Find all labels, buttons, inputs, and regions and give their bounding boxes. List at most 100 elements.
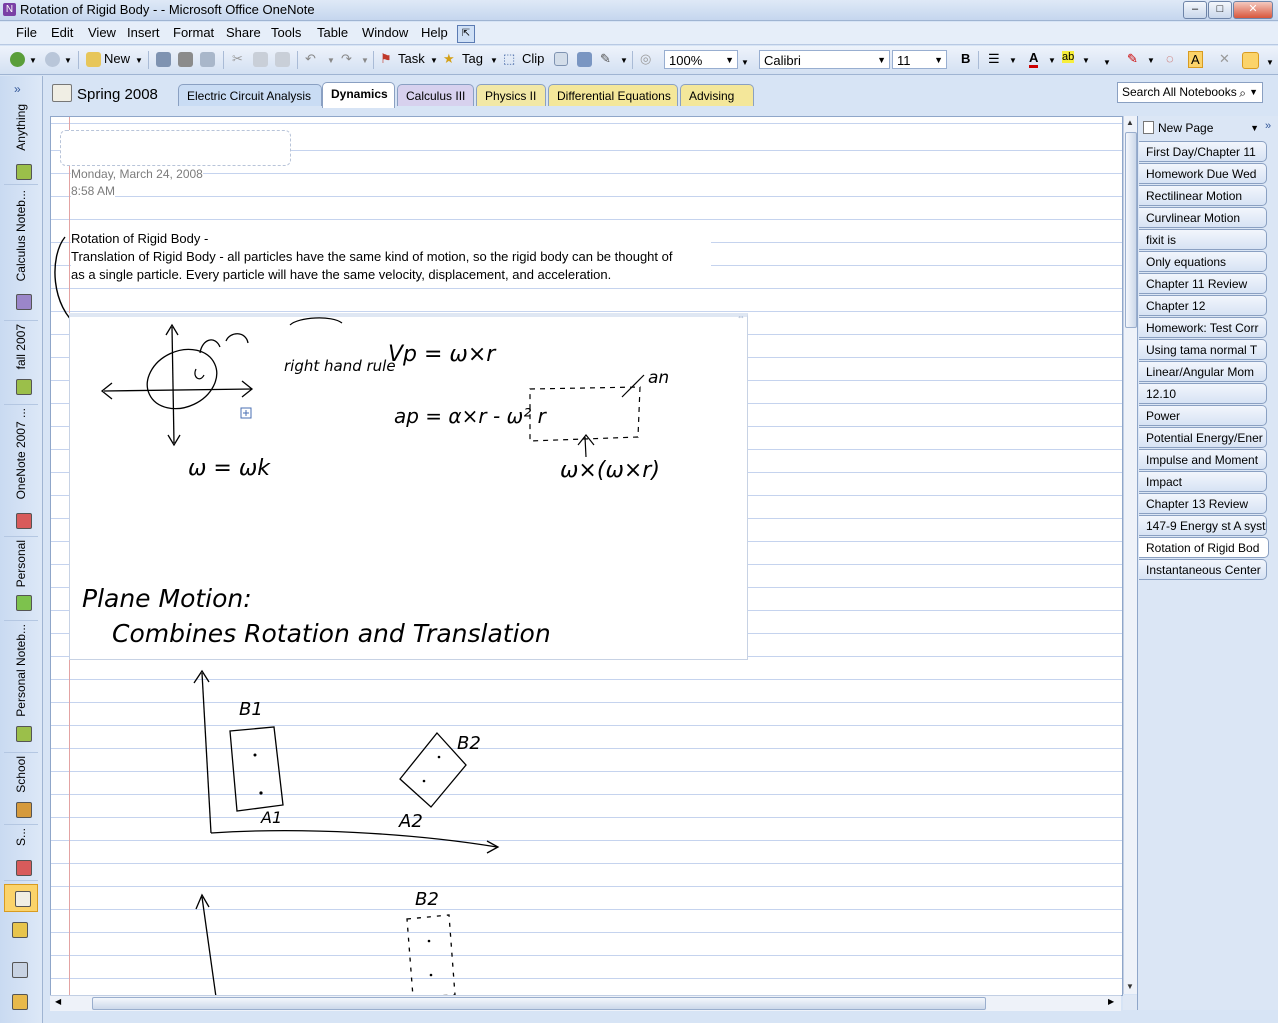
- scroll-up-icon[interactable]: ▲: [1126, 118, 1134, 127]
- maximize-button[interactable]: □: [1208, 1, 1232, 19]
- page-tab[interactable]: Using tama normal T: [1139, 339, 1267, 360]
- collapse-page-tabs-icon[interactable]: »: [1265, 120, 1271, 132]
- search-input[interactable]: Search All Notebooks ⌕ ▼: [1117, 82, 1263, 103]
- flag-icon[interactable]: ⚑: [380, 51, 392, 67]
- toolbar-options-icon[interactable]: ▼: [1103, 58, 1111, 67]
- notebook-list-icon[interactable]: [12, 994, 28, 1010]
- page-tab[interactable]: First Day/Chapter 11: [1139, 141, 1267, 162]
- type-text-icon[interactable]: A: [1188, 51, 1203, 68]
- new-page-icon[interactable]: [86, 52, 101, 67]
- close-button[interactable]: ✕: [1233, 1, 1273, 19]
- bullets-icon[interactable]: ☰: [988, 51, 1000, 67]
- page-tab[interactable]: Chapter 11 Review: [1139, 273, 1267, 294]
- selection-icon[interactable]: [1242, 52, 1259, 69]
- all-notebooks-icon[interactable]: [12, 962, 28, 978]
- print-preview-icon[interactable]: [200, 52, 215, 67]
- notebook-spring-2008[interactable]: [4, 884, 38, 912]
- task-button[interactable]: Task: [398, 51, 425, 66]
- page-title-field[interactable]: [60, 130, 291, 166]
- horizontal-scroll-thumb[interactable]: [92, 997, 986, 1010]
- table-icon[interactable]: [554, 52, 568, 66]
- eraser-icon[interactable]: ✕: [1219, 51, 1230, 67]
- lasso-icon[interactable]: ◌: [1166, 51, 1174, 66]
- vertical-scroll-thumb[interactable]: [1125, 132, 1137, 328]
- full-page-view-icon[interactable]: ⇱: [457, 25, 475, 43]
- copy-icon[interactable]: [253, 52, 268, 67]
- pen-tool-icon[interactable]: ✎: [1127, 51, 1138, 67]
- scroll-left-icon[interactable]: ◀: [55, 997, 61, 1006]
- font-size-select[interactable]: 11 ▼: [892, 50, 947, 69]
- new-dropdown-icon[interactable]: ▼: [135, 56, 143, 65]
- page-tab-active[interactable]: Rotation of Rigid Bod: [1139, 537, 1269, 558]
- page-tab[interactable]: Rectilinear Motion: [1139, 185, 1267, 206]
- font-color-icon[interactable]: A: [1029, 51, 1039, 68]
- scroll-down-icon[interactable]: ▼: [1126, 982, 1134, 991]
- page-tab[interactable]: Homework: Test Corr: [1139, 317, 1267, 338]
- page-tab[interactable]: Chapter 12: [1139, 295, 1267, 316]
- minimize-button[interactable]: –: [1183, 1, 1207, 19]
- notebook-anything[interactable]: Anything: [4, 102, 38, 185]
- tag-dropdown-icon[interactable]: ▼: [490, 56, 498, 65]
- toolbar-options-icon[interactable]: ▼: [1266, 58, 1274, 67]
- section-tab-advising[interactable]: Advising: [680, 84, 754, 106]
- menu-help[interactable]: Help: [421, 25, 448, 40]
- notebook-s[interactable]: S...: [4, 826, 38, 881]
- research-icon[interactable]: [577, 52, 592, 67]
- print-icon[interactable]: [178, 52, 193, 67]
- tag-button[interactable]: Tag: [462, 51, 483, 66]
- menu-view[interactable]: View: [88, 25, 116, 40]
- unfiled-notes-icon[interactable]: [12, 922, 28, 938]
- bold-button[interactable]: B: [961, 51, 970, 66]
- highlight-icon[interactable]: ab: [1062, 51, 1075, 63]
- page-tab[interactable]: Impulse and Moment: [1139, 449, 1267, 470]
- chevron-down-icon[interactable]: ▼: [1249, 83, 1258, 102]
- font-color-dropdown-icon[interactable]: ▼: [1048, 56, 1056, 65]
- section-tab-calculus-iii[interactable]: Calculus III: [397, 84, 474, 106]
- notebook-fall-2007[interactable]: fall 2007: [4, 322, 38, 405]
- vertical-scrollbar[interactable]: ▲ ▼: [1123, 116, 1137, 994]
- notebook-school[interactable]: School: [4, 754, 38, 825]
- horizontal-scrollbar[interactable]: ◀ ▶: [50, 995, 1121, 1011]
- menu-format[interactable]: Format: [173, 25, 214, 40]
- menu-edit[interactable]: Edit: [51, 25, 73, 40]
- back-icon[interactable]: [10, 52, 25, 67]
- redo-dropdown-icon[interactable]: ▼: [361, 56, 369, 65]
- back-dropdown-icon[interactable]: ▼: [29, 56, 37, 65]
- page-tab[interactable]: 12.10: [1139, 383, 1267, 404]
- page-tab[interactable]: Homework Due Wed: [1139, 163, 1267, 184]
- notebook-onenote-2007[interactable]: OneNote 2007 ...: [4, 406, 38, 537]
- menu-table[interactable]: Table: [317, 25, 348, 40]
- section-tab-differential-equations[interactable]: Differential Equations: [548, 84, 678, 106]
- page-tab[interactable]: Curvlinear Motion: [1139, 207, 1267, 228]
- star-icon[interactable]: ★: [443, 51, 455, 67]
- help-icon[interactable]: ◎: [640, 51, 651, 67]
- page-tab[interactable]: Chapter 13 Review: [1139, 493, 1267, 514]
- menu-share[interactable]: Share: [226, 25, 261, 40]
- new-button[interactable]: New: [104, 51, 130, 66]
- undo-icon[interactable]: ↶: [305, 51, 316, 67]
- clip-button[interactable]: Clip: [522, 51, 544, 66]
- toolbar-options-icon[interactable]: ▼: [741, 58, 749, 67]
- highlight-dropdown-icon[interactable]: ▼: [1082, 56, 1090, 65]
- note-page[interactable]: Monday, March 24, 2008 8:58 AM Rotation …: [50, 116, 1123, 996]
- paste-icon[interactable]: [275, 52, 290, 67]
- page-tab[interactable]: Power: [1139, 405, 1267, 426]
- notebook-personal-notebook[interactable]: Personal Noteb...: [4, 622, 38, 753]
- new-page-button[interactable]: New Page ▼: [1143, 118, 1261, 138]
- page-tab[interactable]: 147-9 Energy st A syst: [1139, 515, 1267, 536]
- redo-icon[interactable]: ↷: [341, 51, 352, 67]
- email-icon[interactable]: [156, 52, 171, 67]
- pen-icon[interactable]: ✎: [600, 51, 611, 67]
- page-tab[interactable]: fixit is: [1139, 229, 1267, 250]
- notebook-calculus[interactable]: Calculus Noteb...: [4, 188, 38, 321]
- forward-icon[interactable]: [45, 52, 60, 67]
- page-tab[interactable]: Impact: [1139, 471, 1267, 492]
- task-dropdown-icon[interactable]: ▼: [430, 56, 438, 65]
- menu-insert[interactable]: Insert: [127, 25, 160, 40]
- pen-tool-dropdown-icon[interactable]: ▼: [1147, 56, 1155, 65]
- expand-navigation-icon[interactable]: »: [14, 82, 21, 96]
- menu-window[interactable]: Window: [362, 25, 408, 40]
- ink-container[interactable]: ⇔ right hand rule Vp = ω×r ap = α×r - ω²…: [69, 312, 748, 660]
- search-icon[interactable]: ⌕: [1239, 84, 1246, 103]
- forward-dropdown-icon[interactable]: ▼: [64, 56, 72, 65]
